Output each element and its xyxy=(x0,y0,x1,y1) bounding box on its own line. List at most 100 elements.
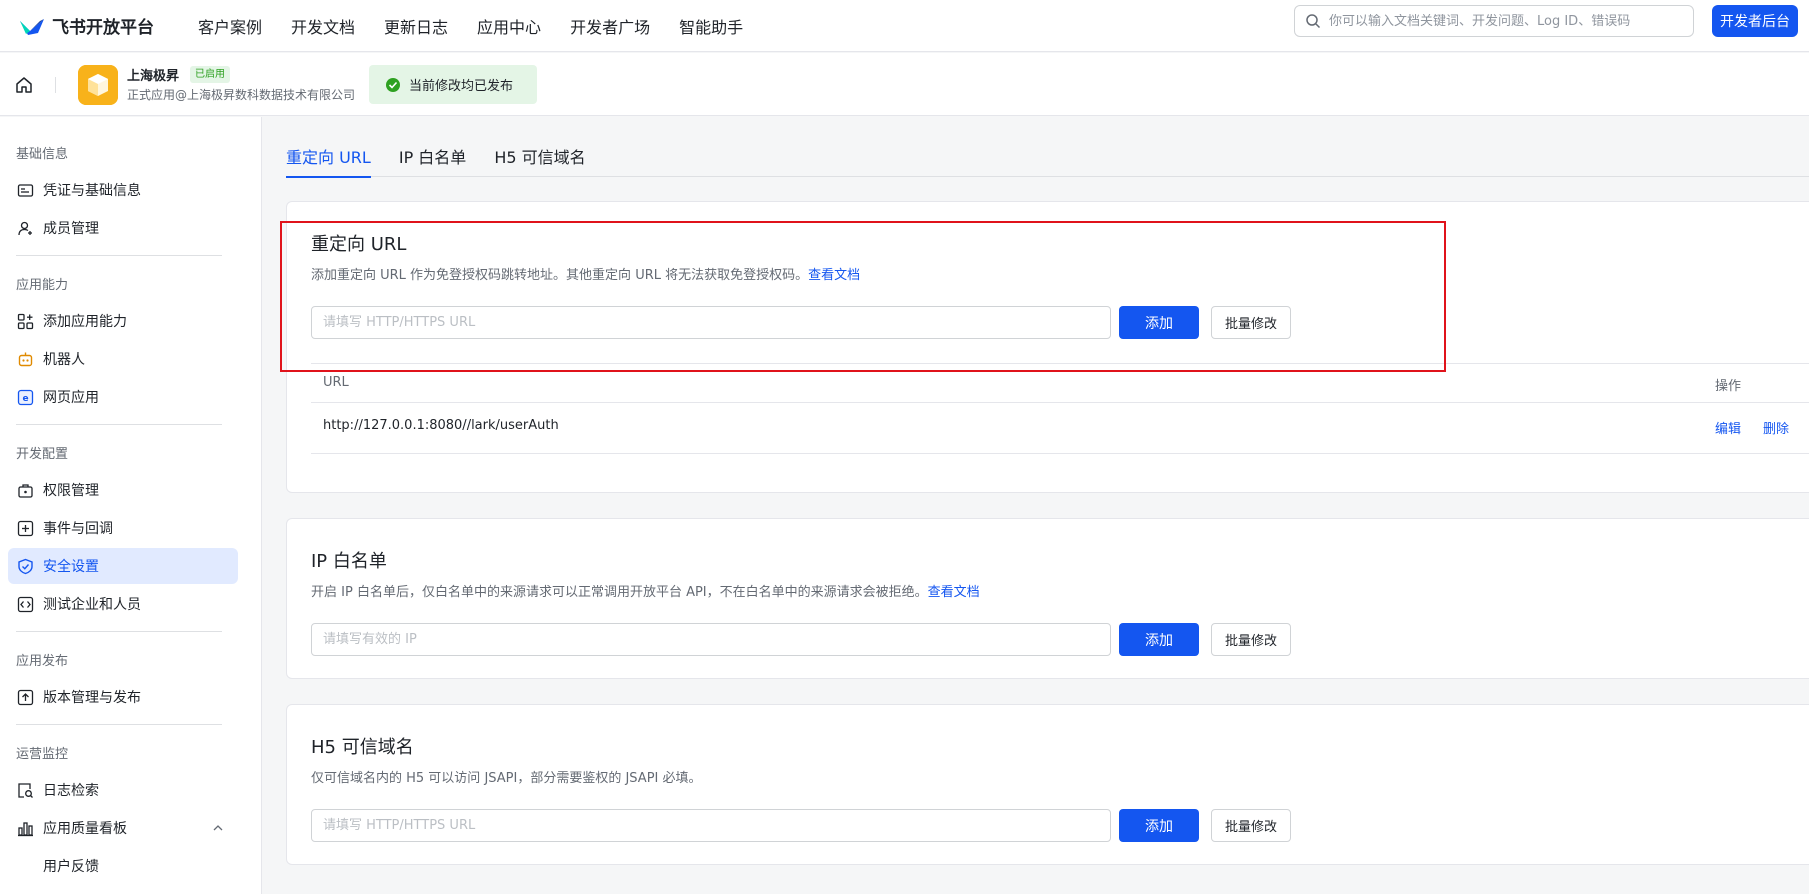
redirect-table-header: URL 操作 xyxy=(311,363,1809,403)
sidebar-item-label: 权限管理 xyxy=(43,483,99,499)
publish-status: 当前修改均已发布 xyxy=(369,65,537,104)
dev-console-button[interactable]: 开发者后台 xyxy=(1712,5,1798,37)
h5-batch-edit-button[interactable]: 批量修改 xyxy=(1211,809,1291,842)
test-icon xyxy=(17,596,34,612)
h5-domain-title: H5 可信域名 xyxy=(311,737,414,758)
member-icon xyxy=(18,221,32,235)
sidebar-group-operation: 运营监控 xyxy=(16,747,69,762)
sidebar-divider xyxy=(16,724,222,725)
search-input[interactable] xyxy=(1329,13,1693,29)
brand[interactable]: 飞书开放平台 xyxy=(18,13,198,38)
sidebar-item-log-search[interactable]: 日志检索 xyxy=(8,772,238,808)
sidebar-group-capability: 应用能力 xyxy=(16,278,69,293)
app-status-badge: 已启用 xyxy=(190,66,230,83)
h5-domain-input[interactable] xyxy=(311,809,1111,842)
nav-customer-cases[interactable]: 客户案例 xyxy=(198,14,262,38)
sidebar-item-label: 版本管理与发布 xyxy=(43,690,141,706)
sidebar-item-label: 日志检索 xyxy=(43,783,99,799)
feishu-logo-icon xyxy=(20,18,44,35)
log-search-icon xyxy=(18,782,33,798)
sidebar-item-user-feedback[interactable]: 用户反馈 xyxy=(8,848,238,884)
dashboard-icon xyxy=(18,821,33,836)
app-avatar-icon xyxy=(78,65,118,105)
publish-status-text: 当前修改均已发布 xyxy=(409,79,514,94)
sidebar: 基础信息 凭证与基础信息 成员管理 应用能力 添加应用能力 机器人 e 网页应用… xyxy=(0,117,262,894)
redirect-url-input[interactable] xyxy=(311,306,1111,339)
shield-icon xyxy=(18,558,33,574)
sidebar-item-label: 用户反馈 xyxy=(43,859,99,875)
security-tabs: 重定向 URL IP 白名单 H5 可信域名 xyxy=(286,144,1809,178)
search-box xyxy=(1294,5,1694,37)
ip-add-button[interactable]: 添加 xyxy=(1119,623,1199,656)
app-name: 上海极昇 xyxy=(127,69,180,84)
header-divider xyxy=(55,77,56,93)
sidebar-item-credentials[interactable]: 凭证与基础信息 xyxy=(8,172,238,208)
sidebar-item-label: 凭证与基础信息 xyxy=(43,183,141,199)
add-capability-icon xyxy=(17,313,34,329)
sidebar-item-test-users[interactable]: 测试企业和人员 xyxy=(8,586,238,622)
redirect-url-title: 重定向 URL xyxy=(311,234,407,255)
h5-domain-desc: 仅可信域名内的 H5 可以访问 JSAPI，部分需要鉴权的 JSAPI 必填。 xyxy=(311,771,702,786)
sidebar-divider xyxy=(16,631,222,632)
sidebar-item-quality-dashboard[interactable]: 应用质量看板 xyxy=(8,810,238,846)
h5-domain-card: H5 可信域名 仅可信域名内的 H5 可以访问 JSAPI，部分需要鉴权的 JS… xyxy=(286,704,1809,865)
sidebar-item-label: 安全设置 xyxy=(43,559,99,575)
ip-input[interactable] xyxy=(311,623,1111,656)
redirect-url-card: 重定向 URL 添加重定向 URL 作为免登授权码跳转地址。其他重定向 URL … xyxy=(286,201,1809,493)
nav-app-center[interactable]: 应用中心 xyxy=(477,14,541,38)
tab-redirect-url[interactable]: 重定向 URL xyxy=(286,144,371,178)
tab-h5-domain[interactable]: H5 可信域名 xyxy=(494,144,585,177)
nav-dev-plaza[interactable]: 开发者广场 xyxy=(570,14,650,38)
redirect-batch-edit-button[interactable]: 批量修改 xyxy=(1211,306,1291,339)
nav-dev-docs[interactable]: 开发文档 xyxy=(291,14,355,38)
sidebar-item-security[interactable]: 安全设置 xyxy=(8,548,238,584)
sidebar-item-label: 机器人 xyxy=(43,352,85,368)
sidebar-item-version-release[interactable]: 版本管理与发布 xyxy=(8,679,238,715)
robot-icon xyxy=(18,352,33,366)
home-icon[interactable] xyxy=(14,75,34,95)
app-header: 上海极昇 已启用 正式应用@上海极昇数科数据技术有限公司 当前修改均已发布 xyxy=(0,53,1809,116)
tab-ip-whitelist[interactable]: IP 白名单 xyxy=(399,144,466,177)
credential-icon xyxy=(17,183,34,197)
chevron-up-icon[interactable] xyxy=(212,822,224,834)
sidebar-item-robot[interactable]: 机器人 xyxy=(8,341,238,377)
event-icon xyxy=(17,520,34,536)
sidebar-item-label: 添加应用能力 xyxy=(43,314,127,330)
redirect-add-button[interactable]: 添加 xyxy=(1119,306,1199,339)
sidebar-item-label: 测试企业和人员 xyxy=(43,597,141,613)
redirect-url-desc-text: 添加重定向 URL 作为免登授权码跳转地址。其他重定向 URL 将无法获取免登授… xyxy=(311,268,809,283)
table-row: http://127.0.0.1:8080//lark/userAuth 编辑 … xyxy=(311,403,1809,454)
redirect-doc-link[interactable]: 查看文档 xyxy=(808,268,860,283)
sidebar-group-dev-config: 开发配置 xyxy=(16,447,69,462)
ip-whitelist-doc-link[interactable]: 查看文档 xyxy=(928,585,980,600)
sidebar-divider xyxy=(16,424,222,425)
sidebar-divider xyxy=(16,255,222,256)
sidebar-item-label: 网页应用 xyxy=(43,390,99,406)
h5-add-button[interactable]: 添加 xyxy=(1119,809,1199,842)
permission-icon xyxy=(18,483,33,498)
sidebar-item-members[interactable]: 成员管理 xyxy=(8,210,238,246)
sidebar-item-label: 事件与回调 xyxy=(43,521,113,537)
ip-whitelist-title: IP 白名单 xyxy=(311,551,387,572)
redirect-url-desc: 添加重定向 URL 作为免登授权码跳转地址。其他重定向 URL 将无法获取免登授… xyxy=(311,264,860,283)
nav-changelog[interactable]: 更新日志 xyxy=(384,14,448,38)
web-app-icon: e xyxy=(17,389,34,405)
edit-link[interactable]: 编辑 xyxy=(1715,418,1741,437)
sidebar-item-label: 应用质量看板 xyxy=(43,821,127,837)
app-subtitle: 正式应用@上海极昇数科数据技术有限公司 xyxy=(127,88,356,102)
brand-name: 飞书开放平台 xyxy=(52,18,154,38)
sidebar-group-basic: 基础信息 xyxy=(16,147,69,162)
nav-ai-assistant[interactable]: 智能助手 xyxy=(679,14,743,38)
ip-whitelist-desc-text: 开启 IP 白名单后，仅白名单中的来源请求可以正常调用开放平台 API，不在白名… xyxy=(311,585,928,600)
main-nav: 客户案例 开发文档 更新日志 应用中心 开发者广场 智能助手 xyxy=(198,14,772,38)
sidebar-item-permission[interactable]: 权限管理 xyxy=(8,472,238,508)
delete-link[interactable]: 删除 xyxy=(1763,418,1789,437)
sidebar-item-add-capability[interactable]: 添加应用能力 xyxy=(8,303,238,339)
sidebar-group-release: 应用发布 xyxy=(16,654,69,669)
ip-whitelist-desc: 开启 IP 白名单后，仅白名单中的来源请求可以正常调用开放平台 API，不在白名… xyxy=(311,581,980,600)
sidebar-item-events[interactable]: 事件与回调 xyxy=(8,510,238,546)
check-circle-icon xyxy=(386,77,400,92)
redirect-url-value: http://127.0.0.1:8080//lark/userAuth xyxy=(323,418,559,433)
ip-batch-edit-button[interactable]: 批量修改 xyxy=(1211,623,1291,656)
sidebar-item-web-app[interactable]: e 网页应用 xyxy=(8,379,238,415)
